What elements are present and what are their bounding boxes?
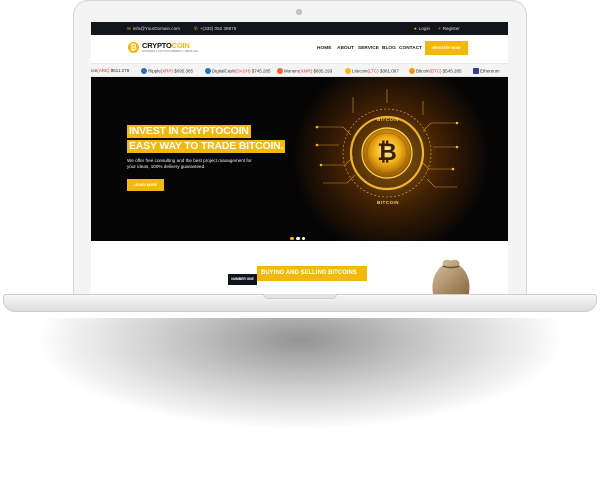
ticker-item[interactable]: Ripple(XRP) $095.385: [141, 68, 193, 74]
coin-label-bottom: BITCOIN: [377, 200, 399, 205]
register-now-button[interactable]: REGISTER NOW: [425, 41, 468, 55]
ethereum-icon: [473, 68, 479, 74]
login-link[interactable]: ● Login: [414, 26, 430, 31]
section-title: BUYING AND SELLING BITCOINS: [257, 266, 367, 281]
laptop-shadow: [40, 318, 560, 428]
ticker-coin-price: $745.285: [251, 68, 271, 74]
monero-icon: [277, 68, 283, 74]
ticker-coin-symbol: (DASH): [235, 68, 251, 74]
phone-text: +(333) 052 39876: [199, 26, 237, 31]
login-text: Login: [418, 26, 431, 31]
ticker-coin-name: Bitcoin: [416, 68, 430, 74]
menu-contact[interactable]: CONTACT: [399, 46, 422, 51]
ticker-coin-name: DigitalCash: [212, 68, 236, 74]
ticker-coin-price: $095.385: [174, 68, 194, 74]
bitcoin-icon: [409, 68, 415, 74]
slider-dot-active[interactable]: [290, 236, 294, 240]
slider-dot[interactable]: [296, 236, 300, 240]
money-bag-icon: [432, 259, 470, 294]
menu-blog[interactable]: BLOG: [382, 46, 396, 51]
menu-service[interactable]: SERVICE: [358, 46, 379, 51]
top-bar: ✉ info@YourDomain.com ✆ +(333) 052 39876 ●…: [91, 22, 508, 35]
envelope-icon: ✉: [127, 26, 131, 31]
user-icon: ●: [414, 26, 417, 31]
ticker-item[interactable]: DigitalCash(DASH) $745.285: [205, 68, 271, 74]
register-link[interactable]: + Register: [438, 26, 460, 31]
register-text: Register: [442, 26, 460, 31]
litecoin-icon: [345, 68, 351, 74]
ticker-coin-name: Ripple: [148, 68, 161, 74]
hero-description: We offer free consulting and the best pr…: [127, 158, 252, 169]
ticker-coin-price: $545.285: [442, 68, 462, 74]
logo-tagline: BUSINESS & CRYPTOCURRENCY TEMPLATE: [142, 50, 198, 53]
hero-headline-1: INVEST IN CRYPTOCOIN: [127, 125, 251, 138]
ticker-coin-symbol: (BTC): [429, 68, 442, 74]
ripple-icon: [141, 68, 147, 74]
ticker-item[interactable]: Litecoin(LTC) $381.067: [345, 68, 399, 74]
price-ticker: sion(ARK) $611.278 Ripple(XRP) $095.385 …: [91, 63, 508, 77]
ticker-coin-name: Litecoin: [352, 68, 368, 74]
ticker-item[interactable]: Bitcoin(BTC) $545.285: [409, 68, 462, 74]
about-section: NUMBER ONE BUYING AND SELLING BITCOINS: [91, 241, 508, 294]
ticker-coin-name: Ethereum: [480, 68, 500, 74]
hero-headline-2: EASY WAY TO TRADE BITCOIN.: [127, 140, 286, 153]
laptop-notch: [263, 294, 337, 299]
hero-slider: ₿ BITCOIN BITCOIN INVEST IN CRYPTOCOIN E…: [91, 77, 508, 241]
phone-icon: ✆: [194, 26, 198, 31]
email-contact[interactable]: ✉ info@YourDomain.com: [127, 26, 180, 32]
ticker-coin-symbol: (LTC): [367, 68, 379, 74]
ticker-coin-price: $381.067: [379, 68, 399, 74]
user-plus-icon: +: [438, 26, 441, 31]
logo-name-a: CRYPTO: [142, 41, 172, 50]
menu-home[interactable]: HOME: [317, 46, 331, 51]
email-text: info@YourDomain.com: [132, 26, 180, 31]
ticker-coin-symbol: (ARK): [97, 68, 110, 73]
slider-dot[interactable]: [301, 236, 306, 240]
learn-more-button[interactable]: LEARN MORE: [127, 179, 164, 191]
ticker-coin-price: $611.278: [110, 68, 130, 73]
menu-about[interactable]: ABOUT: [337, 46, 354, 51]
slider-dots: [289, 227, 307, 241]
ticker-coin-symbol: (XRP): [160, 68, 174, 74]
dash-icon: [205, 68, 211, 74]
ticker-coin-name: Monero: [284, 68, 300, 74]
camera-icon: [296, 9, 302, 15]
ticker-coin-price: $835.193: [313, 68, 333, 74]
ticker-item[interactable]: Monero(XMR) $835.193: [277, 68, 332, 74]
ticker-coin-symbol: (XMR): [299, 68, 313, 74]
ticker-item[interactable]: sion(ARK) $611.278: [91, 68, 129, 73]
website-screen: ✉ info@YourDomain.com ✆ +(333) 052 39876 ●…: [91, 22, 508, 294]
number-one-badge: NUMBER ONE: [228, 274, 257, 285]
logo-name-b: COIN: [171, 41, 190, 50]
phone-contact[interactable]: ✆ +(333) 052 39876: [194, 26, 236, 32]
bitcoin-logo-icon[interactable]: ₿: [128, 42, 139, 53]
ticker-item[interactable]: Ethereum: [473, 68, 500, 74]
logo-text[interactable]: CRYPTOCOIN: [142, 41, 190, 50]
coin-symbol: ₿: [377, 138, 397, 166]
coin-label-top: BITCOIN: [377, 117, 399, 122]
